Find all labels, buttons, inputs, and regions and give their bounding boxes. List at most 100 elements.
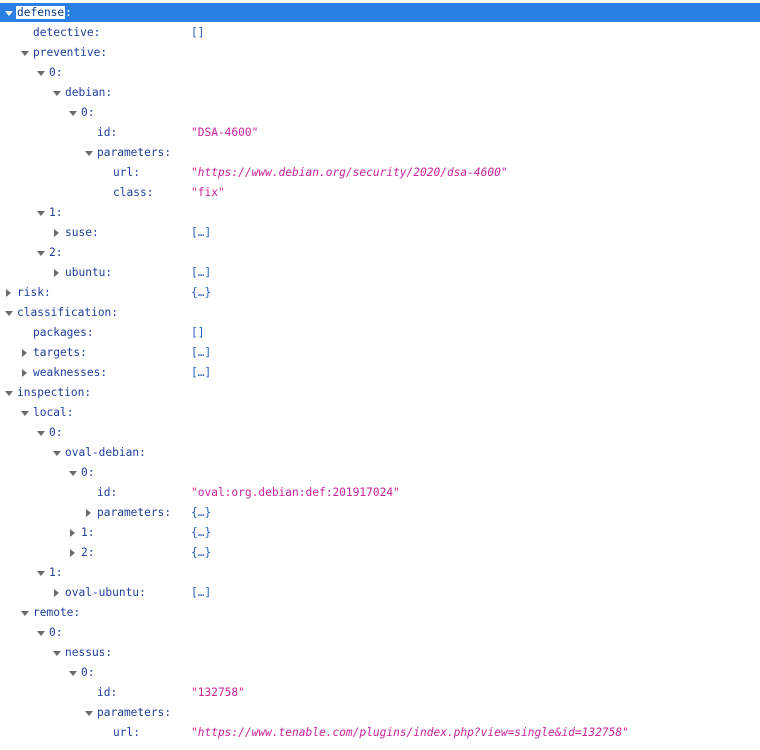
tree-row[interactable]: 1: {…}	[0, 523, 760, 543]
tree-key: url:	[113, 166, 140, 179]
tree-row[interactable]: weaknesses: […]	[0, 363, 760, 383]
tree-row[interactable]: remote:	[0, 603, 760, 623]
expand-arrow-closed-icon[interactable]	[83, 503, 95, 523]
tree-key-label: 0	[81, 106, 88, 119]
tree-key: inspection:	[17, 386, 92, 399]
tree-key-label: parameters	[97, 706, 165, 719]
tree-row[interactable]: parameters: {…}	[0, 503, 760, 523]
tree-row[interactable]: nessus:	[0, 643, 760, 663]
tree-value-summary: {…}	[191, 526, 212, 539]
expand-arrow-closed-icon[interactable]	[51, 583, 63, 603]
expand-arrow-open-icon[interactable]	[51, 443, 63, 463]
expand-arrow-closed-icon[interactable]	[51, 223, 63, 243]
tree-key: id:	[97, 686, 118, 699]
tree-row[interactable]: url: "https://www.debian.org/security/202…	[0, 163, 760, 183]
tree-row[interactable]: detective: []	[0, 23, 760, 43]
tree-value-string: "132758"	[191, 686, 245, 699]
tree-key-label: 0	[49, 66, 56, 79]
tree-row[interactable]: packages: []	[0, 323, 760, 343]
tree-key-label: 2	[49, 246, 56, 259]
tree-key-label: defense	[16, 6, 66, 19]
tree-row[interactable]: inspection:	[0, 383, 760, 403]
tree-row[interactable]: 0:	[0, 423, 760, 443]
tree-row[interactable]: 2: {…}	[0, 543, 760, 563]
tree-row[interactable]: oval-debian:	[0, 443, 760, 463]
expand-arrow-open-icon[interactable]	[67, 663, 79, 683]
expand-arrow-closed-icon[interactable]	[3, 283, 15, 303]
tree-key: defense:	[16, 6, 72, 19]
tree-key: 0:	[81, 666, 95, 679]
expand-arrow-open-icon[interactable]	[19, 603, 31, 623]
expand-arrow-open-icon[interactable]	[51, 83, 63, 103]
tree-row[interactable]: suse: […]	[0, 223, 760, 243]
expand-arrow-closed-icon[interactable]	[67, 543, 79, 563]
tree-row[interactable]: 0:	[0, 103, 760, 123]
tree-value-summary: {…}	[191, 286, 212, 299]
expand-arrow-closed-icon[interactable]	[19, 363, 31, 383]
tree-row[interactable]: ubuntu: […]	[0, 263, 760, 283]
tree-key: debian:	[65, 86, 113, 99]
expand-arrow-open-icon[interactable]	[35, 423, 47, 443]
tree-key: class:	[113, 186, 154, 199]
expand-arrow-open-icon[interactable]	[3, 303, 15, 323]
tree-row[interactable]: defense:	[0, 3, 760, 22]
tree-value-summary: […]	[191, 366, 212, 379]
expand-arrow-closed-icon[interactable]	[51, 263, 63, 283]
tree-row[interactable]: 0:	[0, 463, 760, 483]
tree-key: ubuntu:	[65, 266, 113, 279]
expand-arrow-open-icon[interactable]	[19, 43, 31, 63]
expand-arrow-open-icon[interactable]	[83, 143, 95, 163]
tree-key: id:	[97, 486, 118, 499]
tree-row[interactable]: id: "oval:org.debian:def:201917024"	[0, 483, 760, 503]
tree-key: 0:	[49, 626, 63, 639]
tree-key: weaknesses:	[33, 366, 108, 379]
expand-arrow-open-icon[interactable]	[35, 243, 47, 263]
tree-row[interactable]: preventive:	[0, 43, 760, 63]
tree-row[interactable]: targets: […]	[0, 343, 760, 363]
tree-key-label: 0	[81, 466, 88, 479]
tree-row[interactable]: local:	[0, 403, 760, 423]
tree-row[interactable]: risk: {…}	[0, 283, 760, 303]
tree-key-label: nessus	[65, 646, 106, 659]
expand-arrow-open-icon[interactable]	[3, 3, 15, 23]
tree-row[interactable]: parameters:	[0, 703, 760, 723]
expand-arrow-open-icon[interactable]	[35, 563, 47, 583]
tree-row[interactable]: url: "https://www.tenable.com/plugins/ind…	[0, 723, 760, 743]
tree-row[interactable]: debian:	[0, 83, 760, 103]
expand-arrow-open-icon[interactable]	[35, 623, 47, 643]
tree-row[interactable]: 2:	[0, 243, 760, 263]
expand-arrow-closed-icon[interactable]	[67, 523, 79, 543]
expand-arrow-open-icon[interactable]	[35, 203, 47, 223]
tree-row[interactable]: oval-ubuntu: […]	[0, 583, 760, 603]
expand-arrow-open-icon[interactable]	[19, 403, 31, 423]
tree-row[interactable]: parameters:	[0, 143, 760, 163]
expand-arrow-closed-icon[interactable]	[19, 343, 31, 363]
tree-row[interactable]: 0:	[0, 623, 760, 643]
tree-row[interactable]: 1:	[0, 203, 760, 223]
tree-key: 1:	[49, 566, 63, 579]
tree-row[interactable]: classification:	[0, 303, 760, 323]
expand-arrow-open-icon[interactable]	[35, 63, 47, 83]
tree-row[interactable]: class: "fix"	[0, 183, 760, 203]
tree-row[interactable]: id: "DSA-4600"	[0, 123, 760, 143]
expand-arrow-open-icon[interactable]	[67, 463, 79, 483]
tree-key-label: 0	[81, 666, 88, 679]
tree-row[interactable]: 1:	[0, 563, 760, 583]
tree-key-label: id	[97, 686, 111, 699]
tree-key-label: risk	[17, 286, 44, 299]
expand-arrow-open-icon[interactable]	[83, 703, 95, 723]
tree-key-label: parameters	[97, 146, 165, 159]
expand-arrow-open-icon[interactable]	[67, 103, 79, 123]
tree-row[interactable]: 0:	[0, 63, 760, 83]
tree-key-label: detective	[33, 26, 94, 39]
expand-arrow-open-icon[interactable]	[51, 643, 63, 663]
tree-key: packages:	[33, 326, 94, 339]
tree-row[interactable]: id: "132758"	[0, 683, 760, 703]
tree-key: 1:	[81, 526, 95, 539]
tree-key-label: weaknesses	[33, 366, 101, 379]
expand-arrow-open-icon[interactable]	[3, 383, 15, 403]
tree-value-string: "fix"	[191, 186, 225, 199]
tree-row[interactable]: 0:	[0, 663, 760, 683]
tree-key: risk:	[17, 286, 51, 299]
tree-key: 2:	[81, 546, 95, 559]
